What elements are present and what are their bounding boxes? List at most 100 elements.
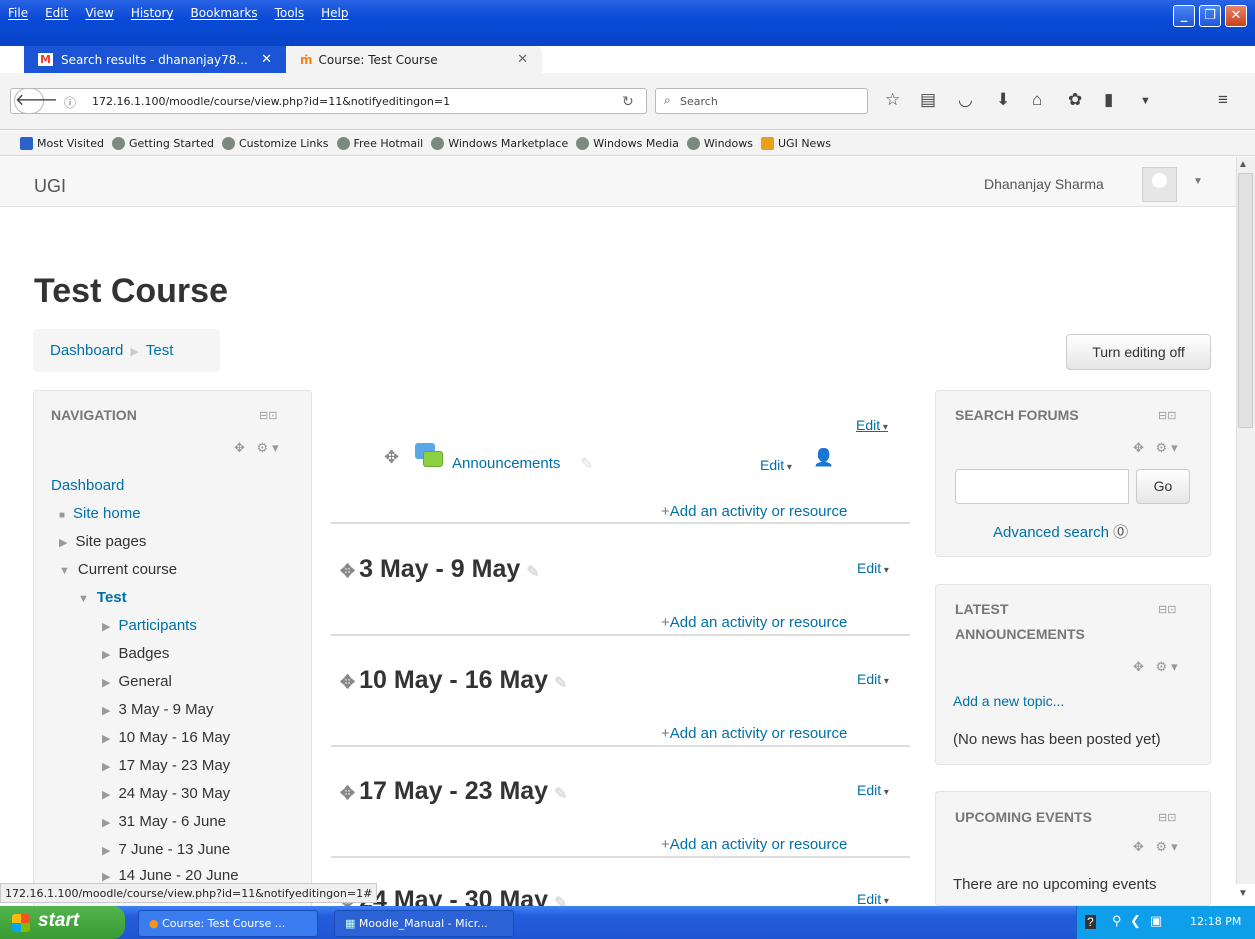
- nav-section-7[interactable]: ▶ 14 June - 20 June: [102, 867, 239, 884]
- nav-site-home[interactable]: ■ Site home: [59, 505, 141, 522]
- menu-history[interactable]: History: [123, 6, 183, 24]
- user-menu-caret-icon[interactable]: ▼: [1193, 176, 1203, 187]
- minimize-button[interactable]: _: [1173, 5, 1195, 27]
- tab-course[interactable]: ṁ Course: Test Course ✕: [286, 46, 542, 73]
- bookmark-ugi-news[interactable]: UGI News: [761, 136, 831, 150]
- add-activity-link[interactable]: +Add an activity or resource: [661, 503, 847, 520]
- nav-dashboard[interactable]: Dashboard: [51, 477, 124, 494]
- close-window-button[interactable]: ✕: [1225, 5, 1247, 27]
- bookmark-customize-links[interactable]: Customize Links: [222, 136, 329, 150]
- menu-file[interactable]: File: [0, 6, 37, 24]
- block-move-icon[interactable]: ✥ ⚙▾: [1133, 659, 1182, 675]
- section-2-edit-menu[interactable]: Edit ▾: [857, 671, 889, 687]
- home-icon[interactable]: ⌂: [1032, 90, 1042, 110]
- move-icon[interactable]: ✥: [340, 783, 355, 803]
- antivirus-icon[interactable]: ▣: [1150, 913, 1162, 929]
- tab-close-icon[interactable]: ✕: [261, 52, 272, 67]
- block-move-icon[interactable]: ✥ ⚙▾: [1133, 839, 1182, 855]
- avatar[interactable]: [1142, 167, 1177, 202]
- reading-list-icon[interactable]: ▤: [920, 90, 936, 110]
- new-tab-icon[interactable]: +: [548, 48, 560, 71]
- nav-site-pages[interactable]: ▶ Site pages: [59, 533, 146, 550]
- help-tray-icon[interactable]: ?: [1085, 915, 1096, 929]
- tab-close-icon[interactable]: ✕: [517, 52, 528, 67]
- breadcrumb-dashboard[interactable]: Dashboard: [50, 342, 123, 359]
- block-move-icon[interactable]: ✥ ⚙▾: [1133, 440, 1182, 456]
- nav-test[interactable]: ▼ Test: [78, 589, 127, 606]
- user-icon[interactable]: 👤: [813, 448, 834, 468]
- go-button[interactable]: Go: [1136, 469, 1190, 504]
- section-0-edit-menu[interactable]: Edit ▾: [856, 417, 888, 433]
- network-icon[interactable]: ⚲: [1112, 913, 1122, 929]
- nav-section-2[interactable]: ▶ 10 May - 16 May: [102, 729, 230, 746]
- bookmark-windows[interactable]: Windows: [686, 136, 753, 150]
- edit-title-pencil-icon[interactable]: ✎: [554, 786, 567, 803]
- advanced-search-link[interactable]: Advanced search ⓪: [993, 521, 1128, 542]
- addon-icon[interactable]: ✿: [1068, 90, 1082, 110]
- bookmark-free-hotmail[interactable]: Free Hotmail: [336, 136, 423, 150]
- forum-search-input[interactable]: [955, 469, 1129, 504]
- announcements-edit-menu[interactable]: Edit ▾: [760, 457, 792, 473]
- dropdown-icon[interactable]: ▼: [1140, 95, 1151, 107]
- block-dock-icon[interactable]: ⊟⊡: [1158, 811, 1176, 824]
- move-icon[interactable]: ✥: [340, 561, 355, 581]
- turn-editing-off-button[interactable]: Turn editing off: [1066, 334, 1211, 370]
- nav-badges[interactable]: ▶ Badges: [102, 645, 169, 662]
- hamburger-menu-icon[interactable]: ≡: [1218, 90, 1228, 110]
- block-dock-icon[interactable]: ⊟⊡: [1158, 603, 1176, 616]
- tray-expand-icon[interactable]: ❮: [1130, 913, 1141, 929]
- move-icon[interactable]: ✥: [340, 672, 355, 692]
- menu-edit[interactable]: Edit: [37, 6, 77, 24]
- clipboard-icon[interactable]: ▮: [1104, 90, 1113, 110]
- bookmark-most-visited[interactable]: Most Visited: [20, 136, 104, 150]
- start-button[interactable]: start: [0, 906, 125, 939]
- pocket-icon[interactable]: ◡: [958, 90, 973, 110]
- add-activity-link[interactable]: +Add an activity or resource: [661, 725, 847, 742]
- menu-help[interactable]: Help: [313, 6, 357, 24]
- back-icon[interactable]: 🡐: [14, 88, 58, 114]
- bookmark-windows-media[interactable]: Windows Media: [576, 136, 679, 150]
- bookmark-star-icon[interactable]: ☆: [885, 90, 900, 110]
- scrollbar-thumb[interactable]: [1238, 173, 1253, 428]
- scroll-down-icon[interactable]: ▼: [1238, 888, 1248, 899]
- taskbar-item-firefox[interactable]: ● Course: Test Course ...: [138, 910, 318, 937]
- block-dock-icon[interactable]: ⊟⊡: [259, 409, 277, 422]
- info-icon[interactable]: ⓘ: [64, 94, 76, 111]
- download-icon[interactable]: ⬇: [996, 90, 1010, 110]
- menu-view[interactable]: View: [77, 6, 122, 24]
- block-move-icon[interactable]: ✥ ⚙▾: [234, 440, 283, 456]
- section-4-edit-menu[interactable]: Edit ▾: [857, 891, 889, 907]
- scroll-up-icon[interactable]: ▲: [1238, 159, 1248, 170]
- menu-tools[interactable]: Tools: [267, 6, 314, 24]
- site-brand[interactable]: UGI: [34, 176, 66, 197]
- add-activity-link[interactable]: +Add an activity or resource: [661, 614, 847, 631]
- breadcrumb-test[interactable]: Test: [146, 342, 174, 359]
- nav-general[interactable]: ▶ General: [102, 673, 172, 690]
- nav-section-5[interactable]: ▶ 31 May - 6 June: [102, 813, 226, 830]
- nav-current-course[interactable]: ▼ Current course: [59, 561, 177, 578]
- bookmark-windows-marketplace[interactable]: Windows Marketplace: [431, 136, 568, 150]
- menu-bookmarks[interactable]: Bookmarks: [183, 6, 267, 24]
- taskbar-item-word[interactable]: ▦ Moodle_Manual - Micr...: [334, 910, 514, 937]
- edit-title-pencil-icon[interactable]: ✎: [554, 675, 567, 692]
- nav-section-1[interactable]: ▶ 3 May - 9 May: [102, 701, 214, 718]
- nav-section-3[interactable]: ▶ 17 May - 23 May: [102, 757, 230, 774]
- restore-button[interactable]: ❐: [1199, 5, 1221, 27]
- edit-title-pencil-icon[interactable]: ✎: [526, 564, 539, 581]
- block-dock-icon[interactable]: ⊟⊡: [1158, 409, 1176, 422]
- edit-title-pencil-icon[interactable]: ✎: [580, 454, 593, 474]
- add-activity-link[interactable]: +Add an activity or resource: [661, 836, 847, 853]
- section-1-edit-menu[interactable]: Edit ▾: [857, 560, 889, 576]
- nav-section-4[interactable]: ▶ 24 May - 30 May: [102, 785, 230, 802]
- bookmark-getting-started[interactable]: Getting Started: [111, 136, 214, 150]
- add-new-topic-link[interactable]: Add a new topic...: [953, 693, 1064, 709]
- help-icon[interactable]: ⓪: [1113, 524, 1128, 541]
- user-name[interactable]: Dhananjay Sharma: [984, 176, 1104, 192]
- nav-section-6[interactable]: ▶ 7 June - 13 June: [102, 841, 230, 858]
- move-icon[interactable]: ✥: [384, 447, 399, 468]
- tab-search-results[interactable]: M Search results - dhananjay78... ✕: [24, 46, 286, 73]
- announcements-link[interactable]: Announcements: [452, 455, 560, 472]
- reload-icon[interactable]: ↻: [622, 93, 634, 110]
- nav-participants[interactable]: ▶ Participants: [102, 617, 197, 634]
- url-text[interactable]: 172.16.1.100/moodle/course/view.php?id=1…: [92, 95, 450, 108]
